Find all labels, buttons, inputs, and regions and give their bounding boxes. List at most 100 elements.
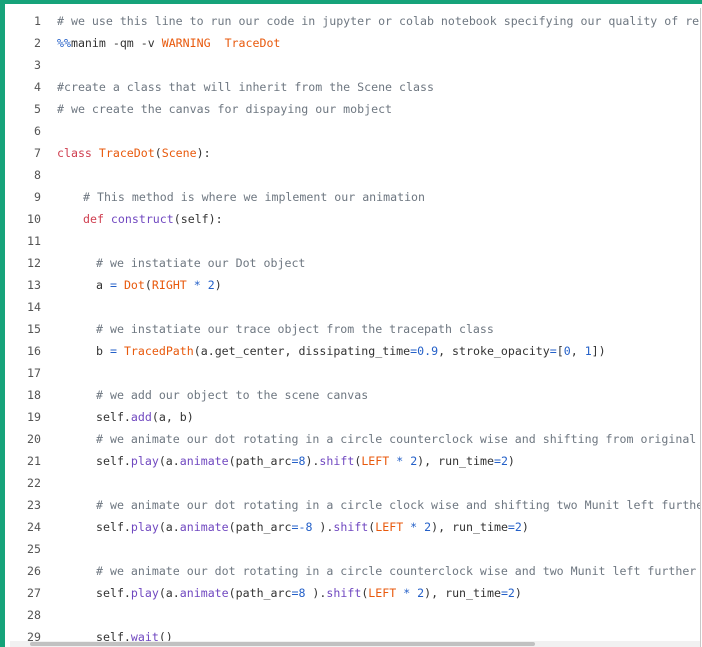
code-token: 0 (563, 344, 571, 358)
code-token: # we instatiate our trace object from th… (96, 322, 494, 336)
code-token: (path_arc (228, 520, 292, 534)
line-number: 21 (27, 454, 41, 468)
code-line[interactable]: 25 (10, 538, 700, 560)
code-line[interactable]: 21 self.play(a.animate(path_arc=8).shift(… (10, 450, 700, 472)
line-number: 29 (27, 630, 41, 641)
code-line[interactable]: 4 #create a class that will inherit from … (10, 76, 700, 98)
code-token: animate (179, 520, 229, 534)
code-token: Dot (123, 278, 145, 292)
code-token: ( (154, 146, 162, 160)
line-source: # we instatiate our Dot object (96, 252, 305, 274)
code-token: self. (96, 410, 131, 424)
code-line[interactable]: 8 (10, 164, 700, 186)
code-line[interactable]: 13 a = Dot(RIGHT * 2) (10, 274, 700, 296)
code-token: 2 (514, 520, 522, 534)
code-line[interactable]: 29 self.wait() (10, 626, 700, 641)
line-source: # we animate our dot rotating in a circl… (96, 494, 700, 516)
code-line[interactable]: 15 # we instatiate our trace object from … (10, 318, 700, 340)
line-source: self.add(a, b) (96, 406, 194, 428)
code-token: def (83, 212, 111, 226)
code-token: = (500, 586, 508, 600)
code-token: ) (214, 278, 222, 292)
code-line[interactable]: 5 # we create the canvas for dispaying ou… (10, 98, 700, 120)
code-line[interactable]: 14 (10, 296, 700, 318)
code-token: ). (305, 454, 320, 468)
line-source: # This method is where we implement our … (83, 186, 425, 208)
code-token: animate (179, 586, 229, 600)
code-token: = (109, 344, 117, 358)
code-token: play (130, 520, 159, 534)
line-source: def construct(self): (83, 208, 223, 230)
code-line[interactable]: 9 # This method is where we implement our… (10, 186, 700, 208)
line-number: 17 (27, 366, 41, 380)
code-line[interactable]: 16 b = TracedPath(a.get_center, dissipati… (10, 340, 700, 362)
code-token: (a.get_center, dissipating_time (193, 344, 411, 358)
code-line[interactable]: 11 (10, 230, 700, 252)
line-number: 4 (34, 80, 41, 94)
code-token: self. (96, 630, 131, 641)
code-line[interactable]: 26 # we animate our dot rotating in a cir… (10, 560, 700, 582)
code-token: (a. (158, 454, 180, 468)
code-token: class (57, 146, 99, 160)
code-token: (a. (158, 520, 180, 534)
code-token: LEFT (361, 454, 390, 468)
code-token: (a, b) (151, 410, 194, 424)
code-token: * (186, 278, 208, 292)
code-line[interactable]: 19 self.add(a, b) (10, 406, 700, 428)
code-line[interactable]: 1 # we use this line to run our code in j… (10, 10, 700, 32)
line-number: 20 (27, 432, 41, 446)
code-line[interactable]: 27 self.play(a.animate(path_arc=8 ).shift… (10, 582, 700, 604)
code-editor[interactable]: 1 # we use this line to run our code in j… (10, 8, 700, 641)
scrollbar-thumb[interactable] (30, 642, 535, 646)
line-source: self.wait() (96, 626, 173, 641)
code-token: () (158, 630, 173, 641)
code-line[interactable]: 7 class TraceDot(Scene): (10, 142, 700, 164)
code-token: = (109, 278, 117, 292)
code-line[interactable]: 20 # we animate our dot rotating in a cir… (10, 428, 700, 450)
code-token: %% (57, 36, 71, 50)
code-token: TracedPath (123, 344, 194, 358)
code-line[interactable]: 3 (10, 54, 700, 76)
code-token: ). (305, 586, 327, 600)
line-number: 27 (27, 586, 41, 600)
code-line[interactable]: 6 (10, 120, 700, 142)
code-token: LEFT (375, 520, 404, 534)
code-token: 2 (500, 454, 508, 468)
code-line[interactable]: 17 (10, 362, 700, 384)
line-number: 6 (34, 124, 41, 138)
code-token: shift (319, 454, 355, 468)
line-number: 1 (34, 14, 41, 28)
code-token: ): (196, 146, 211, 160)
code-token: ). (312, 520, 334, 534)
code-line[interactable]: 12 # we instatiate our Dot object (10, 252, 700, 274)
line-number: 26 (27, 564, 41, 578)
code-line[interactable]: 2 %%manim -qm -v WARNING TraceDot (10, 32, 700, 54)
code-line[interactable]: 10 def construct(self): (10, 208, 700, 230)
line-number: 18 (27, 388, 41, 402)
horizontal-scrollbar[interactable] (10, 641, 700, 647)
line-number: 3 (34, 58, 41, 72)
code-token: # we add our object to the scene canvas (96, 388, 369, 402)
code-token: WARNING (161, 36, 211, 50)
line-source: self.play(a.animate(path_arc=8 ).shift(L… (96, 582, 522, 604)
code-token: = (507, 520, 515, 534)
code-line[interactable]: 23 # we animate our dot rotating in a cir… (10, 494, 700, 516)
code-token: 1 (584, 344, 592, 358)
code-line[interactable]: 18 # we add our object to the scene canva… (10, 384, 700, 406)
code-token: b (96, 344, 110, 358)
line-number: 10 (27, 212, 41, 226)
code-token: TraceDot (224, 36, 281, 50)
code-token: 2 (507, 586, 515, 600)
line-source: class TraceDot(Scene): (57, 142, 211, 164)
line-number: 16 (27, 344, 41, 358)
code-token: # we create the canvas for dispaying our… (57, 102, 393, 116)
line-source: b = TracedPath(a.get_center, dissipating… (96, 340, 606, 362)
code-token: (path_arc (228, 454, 292, 468)
code-token: wait (130, 630, 159, 641)
code-line[interactable]: 28 (10, 604, 700, 626)
code-token: # we animate our dot rotating in a circl… (96, 564, 697, 578)
code-line[interactable]: 24 self.play(a.animate(path_arc=-8 ).shif… (10, 516, 700, 538)
code-token: # we instatiate our Dot object (96, 256, 306, 270)
code-line[interactable]: 22 (10, 472, 700, 494)
